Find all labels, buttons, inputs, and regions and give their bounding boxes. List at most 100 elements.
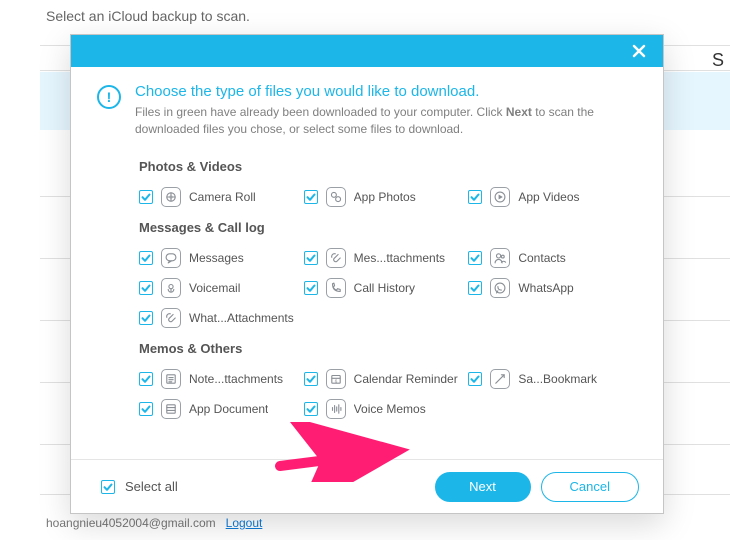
item-row: Messages Mes...ttachmentsContacts [139, 243, 633, 273]
account-footer: hoangnieu4052004@gmail.com Logout [46, 516, 262, 530]
item-call-history[interactable]: Call History [304, 273, 469, 303]
item-safari-bookmark[interactable]: Sa...Bookmark [468, 364, 633, 394]
empty-cell [468, 303, 633, 333]
item-note-attachments[interactable]: Note...ttachments [139, 364, 304, 394]
item-calendar-reminder-label: Calendar Reminder [354, 372, 458, 386]
app-videos-icon [490, 187, 510, 207]
select-all-checkbox[interactable] [101, 480, 115, 494]
account-email: hoangnieu4052004@gmail.com [46, 516, 216, 530]
empty-cell [468, 394, 633, 424]
notes-icon [161, 369, 181, 389]
truncated-column-header: S [712, 50, 724, 71]
camera-roll-icon [161, 187, 181, 207]
item-messages[interactable]: Messages [139, 243, 304, 273]
check-icon [306, 253, 316, 263]
check-icon [141, 192, 151, 202]
item-row: Note...ttachments 6 Calendar Reminder Sa...… [139, 364, 633, 394]
download-dialog: ! Choose the type of files you would lik… [70, 34, 664, 514]
check-icon [470, 283, 480, 293]
check-icon [470, 192, 480, 202]
check-icon [306, 374, 316, 384]
svg-text:6: 6 [334, 378, 337, 384]
item-voicemail-checkbox[interactable] [139, 281, 153, 295]
item-voicemail-label: Voicemail [189, 281, 240, 295]
check-icon [141, 374, 151, 384]
dialog-body: Photos & VideosCamera RollApp PhotosApp … [71, 147, 663, 459]
check-icon [470, 374, 480, 384]
item-safari-bookmark-checkbox[interactable] [468, 372, 482, 386]
item-calendar-reminder[interactable]: 6 Calendar Reminder [304, 364, 469, 394]
select-all-label: Select all [125, 479, 178, 494]
check-icon [306, 404, 316, 414]
next-button[interactable]: Next [435, 472, 531, 502]
item-camera-roll-checkbox[interactable] [139, 190, 153, 204]
check-icon [141, 404, 151, 414]
item-whatsapp-attachments-checkbox[interactable] [139, 311, 153, 325]
item-message-attachments-checkbox[interactable] [304, 251, 318, 265]
group: Messages & Call log Messages Mes...ttachme… [139, 220, 633, 333]
item-note-attachments-checkbox[interactable] [139, 372, 153, 386]
item-whatsapp[interactable]: WhatsApp [468, 273, 633, 303]
item-messages-checkbox[interactable] [139, 251, 153, 265]
check-icon [470, 253, 480, 263]
voicemail-icon [161, 278, 181, 298]
item-app-videos[interactable]: App Videos [468, 182, 633, 212]
item-call-history-checkbox[interactable] [304, 281, 318, 295]
item-voice-memos-label: Voice Memos [354, 402, 426, 416]
item-whatsapp-attachments-label: What...Attachments [189, 311, 294, 325]
app-photos-icon [326, 187, 346, 207]
item-app-photos-label: App Photos [354, 190, 416, 204]
item-message-attachments[interactable]: Mes...ttachments [304, 243, 469, 273]
item-whatsapp-attachments[interactable]: What...Attachments [139, 303, 304, 333]
item-app-videos-label: App Videos [518, 190, 579, 204]
item-row: App Document Voice Memos [139, 394, 633, 424]
item-whatsapp-checkbox[interactable] [468, 281, 482, 295]
group-title: Messages & Call log [139, 220, 633, 235]
intro-subtitle: Files in green have already been downloa… [135, 104, 633, 139]
page-title: Select an iCloud backup to scan. [46, 8, 250, 24]
item-voice-memos[interactable]: Voice Memos [304, 394, 469, 424]
item-voice-memos-checkbox[interactable] [304, 402, 318, 416]
item-app-photos-checkbox[interactable] [304, 190, 318, 204]
item-voicemail[interactable]: Voicemail [139, 273, 304, 303]
check-icon [141, 283, 151, 293]
item-call-history-label: Call History [354, 281, 415, 295]
group: Memos & Others Note...ttachments 6 Calendar… [139, 341, 633, 424]
item-contacts[interactable]: Contacts [468, 243, 633, 273]
item-app-photos[interactable]: App Photos [304, 182, 469, 212]
close-button[interactable] [625, 37, 653, 65]
document-icon [161, 399, 181, 419]
group-title: Memos & Others [139, 341, 633, 356]
messages-icon [161, 248, 181, 268]
calendar-icon: 6 [326, 369, 346, 389]
item-safari-bookmark-label: Sa...Bookmark [518, 372, 597, 386]
cancel-button[interactable]: Cancel [541, 472, 639, 502]
select-all[interactable]: Select all [101, 479, 178, 494]
check-icon [141, 313, 151, 323]
item-camera-roll[interactable]: Camera Roll [139, 182, 304, 212]
contacts-icon [490, 248, 510, 268]
item-app-document-label: App Document [189, 402, 268, 416]
dialog-footer: Select all Next Cancel [71, 459, 663, 513]
item-app-document-checkbox[interactable] [139, 402, 153, 416]
check-icon [141, 253, 151, 263]
logout-link[interactable]: Logout [226, 516, 263, 530]
item-messages-label: Messages [189, 251, 244, 265]
close-icon [632, 44, 646, 58]
attachments-icon [326, 248, 346, 268]
item-contacts-checkbox[interactable] [468, 251, 482, 265]
check-icon [306, 283, 316, 293]
call-history-icon [326, 278, 346, 298]
intro-title: Choose the type of files you would like … [135, 83, 633, 100]
bookmark-icon [490, 369, 510, 389]
item-app-videos-checkbox[interactable] [468, 190, 482, 204]
whatsapp-icon [490, 278, 510, 298]
check-icon [103, 482, 113, 492]
item-app-document[interactable]: App Document [139, 394, 304, 424]
item-row: Voicemail Call History WhatsApp [139, 273, 633, 303]
intro-text-block: Choose the type of files you would like … [135, 83, 633, 139]
voice-memos-icon [326, 399, 346, 419]
item-calendar-reminder-checkbox[interactable] [304, 372, 318, 386]
attachments-icon [161, 308, 181, 328]
item-whatsapp-label: WhatsApp [518, 281, 573, 295]
